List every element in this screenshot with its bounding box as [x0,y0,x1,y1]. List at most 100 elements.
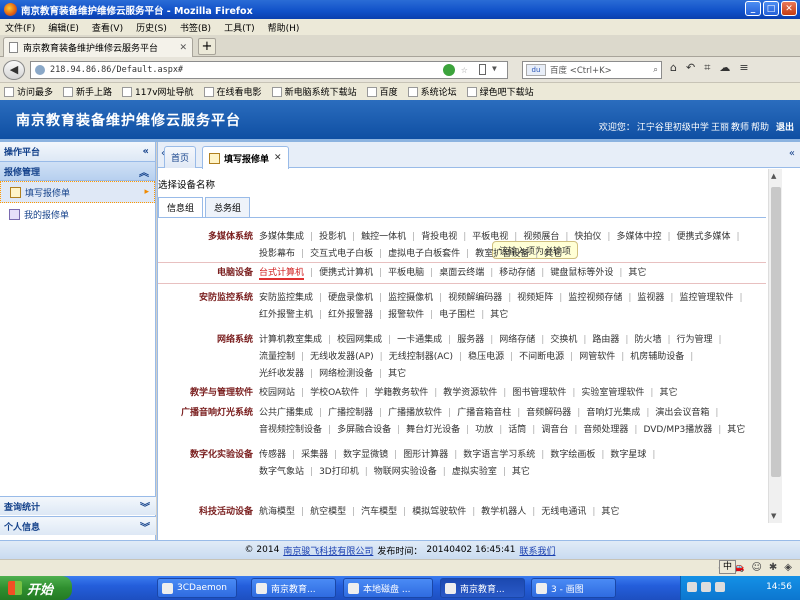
bookmark-item[interactable]: 百度 [366,85,398,98]
device-option[interactable]: 其它 [388,369,406,379]
bookmark-item[interactable]: 117v网址导航 [122,85,194,98]
device-option[interactable]: 交互式电子白板 [310,249,373,259]
expand-icon[interactable]: ︾ [140,499,150,514]
device-option[interactable]: 图书管理软件 [512,388,566,398]
minimize-button[interactable]: _ [745,1,761,16]
device-option[interactable]: 音视频控制设备 [259,425,322,435]
device-option[interactable]: 其它 [490,310,508,320]
device-option[interactable]: 电子围栏 [439,310,475,320]
collapse-up-icon[interactable]: ︽ [139,164,149,179]
device-option[interactable]: 广播音箱音柱 [457,408,511,418]
device-option[interactable]: 其它 [628,268,646,278]
company-link[interactable]: 南京骏飞科技有限公司 [283,544,373,557]
device-option[interactable]: 公共广播集成 [259,408,313,418]
menu-history[interactable]: 历史(S) [136,21,167,34]
tray-icon[interactable] [687,582,697,592]
device-option[interactable]: 航海模型 [259,507,295,517]
device-option[interactable]: 音响灯光集成 [586,408,640,418]
device-option[interactable]: 数字星球 [610,450,646,460]
device-option[interactable]: 多屏融合设备 [337,425,391,435]
device-option[interactable]: 学校OA软件 [310,388,359,398]
close-button[interactable]: ✕ [781,1,797,16]
device-option[interactable]: DVD/MP3播放器 [643,425,712,435]
device-option[interactable]: 行为管理 [677,335,713,345]
device-option[interactable]: 监控摄像机 [388,293,433,303]
device-option[interactable]: 汽车模型 [361,507,397,517]
device-option[interactable]: 台式计算机 [259,268,305,280]
device-option[interactable]: 广播播放软件 [388,408,442,418]
device-option[interactable]: 计算机教室集成 [259,335,322,345]
device-option[interactable]: 监控视频存储 [568,293,622,303]
device-option[interactable]: 数字绘画板 [550,450,595,460]
sidebar-section-repair[interactable]: 报修管理 ︽ [0,162,155,181]
device-option[interactable]: 图形计算器 [403,450,448,460]
device-option[interactable]: 传感器 [259,450,286,460]
device-option[interactable]: 数字气象站 [259,467,304,477]
phone-icon[interactable] [479,64,486,75]
screenshot-icon[interactable]: ⌗ [704,61,710,75]
dropdown-icon[interactable]: ▼ [492,64,504,76]
device-option[interactable]: 多媒体集成 [259,232,304,242]
device-option[interactable]: 教学机器人 [481,507,526,517]
device-option[interactable]: 校园网集成 [337,335,382,345]
device-option[interactable]: 虚拟电子白板套件 [388,249,460,259]
search-icon[interactable]: ⌕ [653,65,658,75]
device-option[interactable]: 模拟驾驶软件 [412,507,466,517]
device-option[interactable]: 背投电视 [421,232,457,242]
device-option[interactable]: 航空模型 [310,507,346,517]
close-tab-icon[interactable]: ✕ [179,43,187,53]
device-option[interactable]: 虚拟实验室 [452,467,497,477]
device-option[interactable]: 监视器 [637,293,664,303]
device-option[interactable]: 其它 [544,249,562,259]
menu-help[interactable]: 帮助(H) [268,21,300,34]
scrollbar-thumb[interactable] [771,187,781,477]
sidebar-section-profile[interactable]: 个人信息 ︾ [0,516,156,535]
device-option[interactable]: 便携式多媒体 [677,232,731,242]
back-button[interactable]: ◀ [3,60,25,80]
close-tab-icon[interactable]: ✕ [274,153,282,163]
device-option[interactable]: 键盘鼠标等外设 [550,268,613,278]
task-paint[interactable]: 3 - 画图 [531,578,616,598]
device-option[interactable]: 路由器 [592,335,619,345]
collapse-right-icon[interactable]: « [789,148,795,159]
device-option[interactable]: 音频解码器 [526,408,571,418]
help-link[interactable]: 帮助 [751,120,769,133]
task-local-disk[interactable]: 本地磁盘 ... [343,578,433,598]
bookmark-item[interactable]: 新手上路 [63,85,112,98]
contact-link[interactable]: 联系我们 [519,544,555,557]
device-option[interactable]: 服务器 [457,335,484,345]
device-option[interactable]: 红外报警主机 [259,310,313,320]
tab-home[interactable]: 首页 [164,146,197,168]
device-option[interactable]: 平板电视 [472,232,508,242]
device-option[interactable]: 防火墙 [634,335,661,345]
device-option[interactable]: 数字显微镜 [343,450,388,460]
device-option[interactable]: 移动存储 [499,268,535,278]
device-option[interactable]: 网络存储 [499,335,535,345]
browser-tab[interactable]: 南京教育装备维护维修云服务平台 ✕ [3,37,193,57]
tray-icon[interactable] [715,582,725,592]
go-icon[interactable] [443,64,455,76]
device-option[interactable]: 红外报警器 [328,310,373,320]
menu-file[interactable]: 文件(F) [5,21,35,34]
device-option[interactable]: 演出会议音箱 [655,408,709,418]
device-option[interactable]: 机房辅助设备 [630,352,684,362]
device-option[interactable]: 广播控制器 [328,408,373,418]
address-bar[interactable]: 218.94.86.86/Default.aspx# ☆ ▼ [30,61,508,79]
device-option[interactable]: 其它 [727,425,745,435]
menu-view[interactable]: 查看(V) [92,21,123,34]
tab-fill-repair[interactable]: 填写报修单 ✕ [202,146,289,169]
device-option[interactable]: 采集器 [301,450,328,460]
face-icon[interactable]: ☺ [751,562,761,573]
device-option[interactable]: 视频矩阵 [517,293,553,303]
sidebar-section-query[interactable]: 查询统计 ︾ [0,496,156,515]
device-option[interactable]: 视频解编码器 [448,293,502,303]
device-option[interactable]: 话筒 [508,425,526,435]
device-option[interactable]: 其它 [601,507,619,517]
new-tab-button[interactable]: + [198,38,216,55]
baidu-engine-icon[interactable]: du [526,64,546,76]
bookmark-item[interactable]: 绿色吧下载站 [466,85,534,98]
bookmark-item[interactable]: 系统论坛 [407,85,457,98]
device-option[interactable]: 教学资源软件 [443,388,497,398]
scroll-down-icon[interactable]: ▼ [771,512,776,520]
sidebar-item-my-repairs[interactable]: 我的报修单 [0,203,155,225]
